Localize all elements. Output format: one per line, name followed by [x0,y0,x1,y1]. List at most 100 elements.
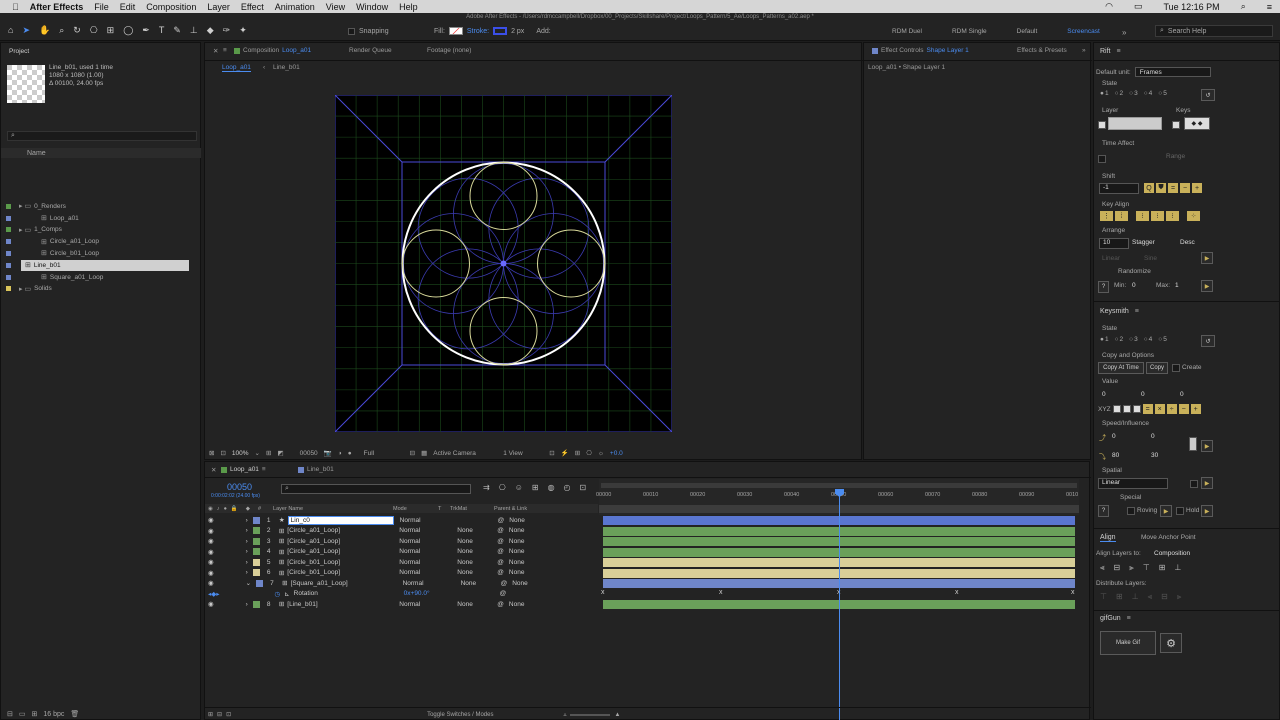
layer-row[interactable]: ◉ › 4 ⊞ [Circle_a01_Loop] Normal None @ None [205,547,598,558]
time-affect-checkbox[interactable] [1098,155,1106,163]
bpc-label[interactable]: 16 bpc [43,711,64,718]
label-icon[interactable]: ◆ [246,506,250,512]
align-start-button[interactable]: ⁝ [1136,211,1149,221]
transparency-icon[interactable]: ▦ [421,449,427,457]
eye-icon[interactable]: ◉ [208,506,213,512]
state-radio[interactable]: ● 1 [1100,90,1109,97]
pickwhip-icon[interactable]: @ [497,548,504,555]
new-comp-icon[interactable]: ⊞ [32,710,38,718]
align-mid-button[interactable]: ⁝ [1151,211,1164,221]
project-item[interactable]: ▸ ▭ 0_Renders [1,201,201,212]
label-color-icon[interactable] [6,250,11,256]
stroke-width-value[interactable]: 2 px [511,28,524,35]
desc-dropdown[interactable]: Desc [1180,239,1195,246]
align-left-icon[interactable]: ⫷ [1100,563,1105,573]
eye-icon[interactable]: ◉ [208,558,214,566]
selection-tool-icon[interactable]: ➤ [22,25,30,36]
layer-name[interactable]: [Line_b01] [287,601,393,608]
help-button[interactable]: ? [1098,505,1109,517]
layer-name[interactable]: Lin_c0 [287,515,394,525]
menu-window[interactable]: Window [356,2,388,12]
align-end-button[interactable]: ⁝ [1166,211,1179,221]
column-name[interactable]: Name [27,150,46,157]
copy-at-time-button[interactable]: Copy At Time [1098,362,1144,374]
battery-icon[interactable]: ▭ [1134,1,1143,12]
align-to-dropdown[interactable]: Composition [1154,550,1190,557]
frame-icon[interactable]: ⊡ [226,711,231,718]
copy-button[interactable]: Copy [1146,362,1168,374]
z-checkbox[interactable] [1132,405,1141,413]
layer-row[interactable]: ◉ › 5 ⊞ [Circle_b01_Loop] Normal None @ None [205,557,598,568]
layer-mode-dropdown[interactable]: Normal [399,527,443,534]
spatial-dropdown[interactable]: Linear [1098,478,1168,489]
project-item[interactable]: ▸ ▭ 1_Comps [1,225,201,236]
layer-mode-dropdown[interactable]: Normal [399,601,443,608]
eye-icon[interactable]: ◉ [208,579,214,587]
keysmith-reset-icon[interactable]: ↺ [1201,335,1215,347]
tab-footage[interactable]: Footage (none) [427,47,471,54]
expand-arrow-icon[interactable]: › [246,527,248,534]
value-x-input[interactable]: 0 [1102,391,1106,398]
layer-name[interactable]: [Circle_a01_Loop] [287,527,393,534]
rift-title[interactable]: Rift [1100,48,1111,55]
hold-apply-button[interactable]: ▶ [1201,505,1213,517]
spotlight-icon[interactable]: ⌕ [1241,1,1246,12]
rift-reset-icon[interactable]: ↺ [1201,89,1215,101]
state-radio[interactable]: ○ 2 [1115,90,1124,97]
state-radio[interactable]: ○ 3 [1129,336,1138,343]
layer-trkmat-dropdown[interactable]: None [457,538,497,545]
range-label[interactable]: Range [1166,153,1185,160]
expand-icon[interactable]: ⊟ [217,711,222,718]
value-z-input[interactable]: 0 [1180,391,1184,398]
shy-icon[interactable]: ☺ [515,483,523,492]
layer-parent-dropdown[interactable]: None [512,580,528,587]
distribute-hcenter-icon[interactable]: ⊟ [1161,592,1168,602]
eye-icon[interactable]: ◉ [208,537,214,545]
influence-out-input[interactable]: 30 [1151,452,1158,459]
value-minus-button[interactable]: − [1178,404,1189,414]
layer-mode-dropdown[interactable]: Normal [399,559,443,566]
label-color-icon[interactable] [6,274,11,280]
layer-name[interactable]: [Circle_b01_Loop] [287,569,393,576]
ellipse-tool-icon[interactable]: ◯ [123,25,133,36]
always-preview-icon[interactable]: ⊠ [209,449,214,457]
layer-name[interactable]: [Circle_a01_Loop] [287,548,393,555]
keyframe-nav-icon[interactable]: ◂◆▸ [208,590,220,598]
search-help-field[interactable]: ⌕ Search Help [1155,25,1273,37]
close-icon[interactable]: ✕ [213,47,218,55]
layer-parent-dropdown[interactable]: None [509,559,525,566]
layer-label-color[interactable] [252,600,260,608]
x-checkbox[interactable] [1112,405,1121,413]
column-mode[interactable]: Mode [393,506,438,512]
3d-icon[interactable]: ⎔ [586,449,592,457]
workspace-default[interactable]: Default [1017,28,1038,35]
label-color-icon[interactable] [6,227,11,233]
layer-row[interactable]: ◉ › 6 ⊞ [Circle_b01_Loop] Normal None @ None [205,568,598,579]
menu-icon[interactable]: ≡ [1117,48,1121,55]
tab-align[interactable]: Align [1100,534,1116,542]
tab-effect-controls[interactable]: Effect Controls Shape Layer 1 [872,47,969,54]
menu-app[interactable]: After Effects [30,2,84,12]
workspace-screencast[interactable]: Screencast [1067,28,1100,35]
snapshot-icon[interactable]: 📷 [324,449,332,457]
expand-arrow-icon[interactable]: › [246,569,248,576]
align-spread-button[interactable]: ⁘ [1187,211,1200,221]
expand-arrow-icon[interactable]: › [246,559,248,566]
sine-dropdown[interactable]: Sine [1144,255,1157,262]
trash-icon[interactable]: 🗑 [70,710,79,718]
align-vcenter-icon[interactable]: ⊞ [1159,563,1166,573]
pixel-aspect-icon[interactable]: ⊡ [549,449,554,457]
label-color-icon[interactable] [6,215,11,221]
align-top-icon[interactable]: ⊤ [1143,563,1150,573]
shift-shield-button[interactable]: ⛊ [1156,183,1166,193]
brush-tool-icon[interactable]: ✎ [173,25,181,36]
wifi-icon[interactable]: ◠ [1105,1,1113,12]
channel-icon[interactable]: ◑ [338,450,342,457]
make-gif-button[interactable]: Make Gif [1100,631,1156,655]
menu-edit[interactable]: Edit [120,2,136,12]
graph-editor-icon[interactable]: ◴ [564,483,571,492]
keysmith-title[interactable]: Keysmith [1100,308,1129,315]
layer-trkmat-dropdown[interactable]: None [457,601,497,608]
layer-parent-dropdown[interactable]: None [509,569,525,576]
menu-icon[interactable]: ≡ [1135,308,1139,315]
